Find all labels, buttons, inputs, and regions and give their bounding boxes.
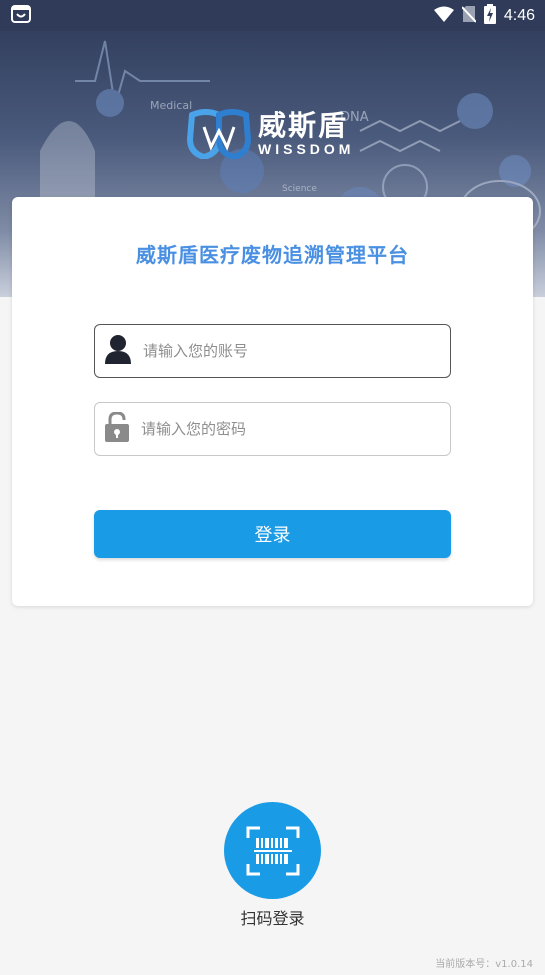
status-time: 4:46 (503, 6, 535, 24)
logo: 威斯盾 WISSDOM (186, 109, 354, 159)
wifi-icon (433, 6, 454, 26)
username-field[interactable] (94, 324, 451, 378)
barcode-scan-icon (246, 826, 299, 875)
password-input[interactable] (141, 420, 450, 438)
logo-chinese-name: 威斯盾 (258, 109, 349, 142)
scan-login-button[interactable] (224, 802, 321, 899)
science-deco-word: Science (282, 184, 317, 194)
logo-english-name: WISSDOM (258, 141, 355, 157)
login-button[interactable]: 登录 (94, 510, 451, 558)
no-sim-icon (461, 5, 477, 27)
battery-charging-icon (483, 3, 496, 28)
app-notification-icon (10, 4, 32, 28)
scan-login-label[interactable]: 扫码登录 (0, 905, 545, 929)
login-card: 威斯盾医疗废物追溯管理平台 登录 (12, 197, 533, 606)
lock-icon (105, 411, 129, 446)
shield-logo-icon (186, 109, 252, 159)
password-field[interactable] (94, 402, 451, 456)
status-bar: 4:46 (0, 0, 545, 31)
user-icon (105, 334, 131, 368)
username-input[interactable] (143, 342, 450, 360)
version-label: 当前版本号：v1.0.14 (435, 959, 533, 970)
platform-title: 威斯盾医疗废物追溯管理平台 (136, 243, 409, 267)
